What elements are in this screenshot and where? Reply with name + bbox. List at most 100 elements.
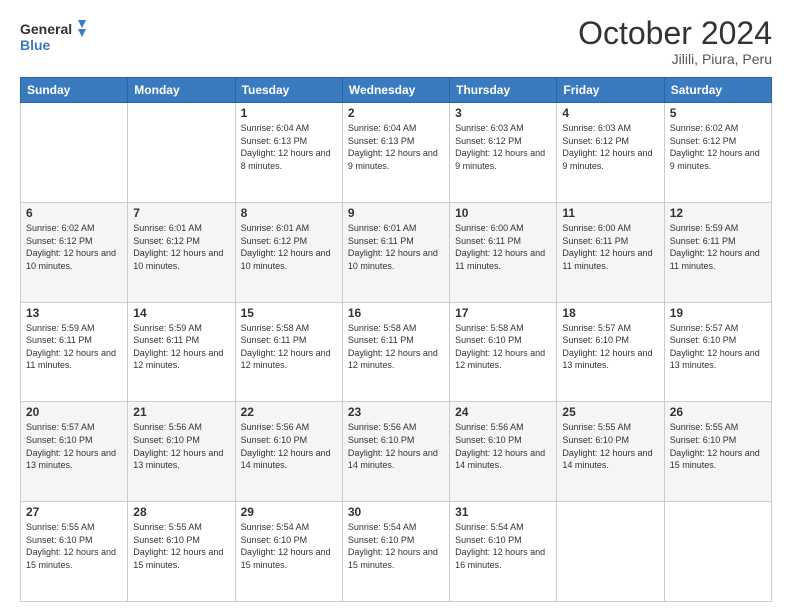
location-subtitle: Jilili, Piura, Peru xyxy=(578,51,772,67)
day-info: Sunrise: 6:03 AM Sunset: 6:12 PM Dayligh… xyxy=(562,122,658,172)
calendar-cell: 28 Sunrise: 5:55 AM Sunset: 6:10 PM Dayli… xyxy=(128,502,235,602)
day-info: Sunrise: 5:57 AM Sunset: 6:10 PM Dayligh… xyxy=(670,322,766,372)
day-info: Sunrise: 5:59 AM Sunset: 6:11 PM Dayligh… xyxy=(26,322,122,372)
day-info: Sunrise: 5:54 AM Sunset: 6:10 PM Dayligh… xyxy=(348,521,444,571)
svg-text:Blue: Blue xyxy=(20,37,51,53)
day-info: Sunrise: 5:55 AM Sunset: 6:10 PM Dayligh… xyxy=(133,521,229,571)
logo: General Blue xyxy=(20,16,90,56)
day-number: 18 xyxy=(562,306,658,320)
day-number: 29 xyxy=(241,505,337,519)
month-title: October 2024 xyxy=(578,16,772,51)
logo-svg: General Blue xyxy=(20,16,90,56)
calendar-cell xyxy=(21,103,128,203)
calendar-cell: 7Sunrise: 6:01 AM Sunset: 6:12 PM Daylig… xyxy=(128,202,235,302)
day-number: 22 xyxy=(241,405,337,419)
calendar-cell: 22 Sunrise: 5:56 AM Sunset: 6:10 PM Dayli… xyxy=(235,402,342,502)
day-info: Sunrise: 6:04 AM Sunset: 6:13 PM Dayligh… xyxy=(241,122,337,172)
calendar-body: 1 Sunrise: 6:04 AM Sunset: 6:13 PM Daylig… xyxy=(21,103,772,602)
day-info: Sunrise: 5:55 AM Sunset: 6:10 PM Dayligh… xyxy=(26,521,122,571)
calendar-cell: 8 Sunrise: 6:01 AM Sunset: 6:12 PM Daylig… xyxy=(235,202,342,302)
day-number: 31 xyxy=(455,505,551,519)
day-info: Sunrise: 6:01 AM Sunset: 6:11 PM Dayligh… xyxy=(348,222,444,272)
day-info: Sunrise: 5:55 AM Sunset: 6:10 PM Dayligh… xyxy=(562,421,658,471)
day-number: 6 xyxy=(26,206,122,220)
weekday-header-thursday: Thursday xyxy=(450,78,557,103)
day-info: Sunrise: 5:54 AM Sunset: 6:10 PM Dayligh… xyxy=(455,521,551,571)
day-number: 3 xyxy=(455,106,551,120)
day-number: 21 xyxy=(133,405,229,419)
day-number: 2 xyxy=(348,106,444,120)
day-number: 1 xyxy=(241,106,337,120)
week-row-1: 1 Sunrise: 6:04 AM Sunset: 6:13 PM Daylig… xyxy=(21,103,772,203)
calendar-cell: 15 Sunrise: 5:58 AM Sunset: 6:11 PM Dayli… xyxy=(235,302,342,402)
day-number: 30 xyxy=(348,505,444,519)
svg-text:General: General xyxy=(20,21,72,37)
day-number: 28 xyxy=(133,505,229,519)
calendar-cell: 21 Sunrise: 5:56 AM Sunset: 6:10 PM Dayli… xyxy=(128,402,235,502)
calendar-cell: 26 Sunrise: 5:55 AM Sunset: 6:10 PM Dayli… xyxy=(664,402,771,502)
day-number: 11 xyxy=(562,206,658,220)
day-number: 10 xyxy=(455,206,551,220)
calendar-cell: 5 Sunrise: 6:02 AM Sunset: 6:12 PM Daylig… xyxy=(664,103,771,203)
calendar-cell: 19 Sunrise: 5:57 AM Sunset: 6:10 PM Dayli… xyxy=(664,302,771,402)
day-number: 26 xyxy=(670,405,766,419)
day-number: 5 xyxy=(670,106,766,120)
calendar-cell: 2 Sunrise: 6:04 AM Sunset: 6:13 PM Daylig… xyxy=(342,103,449,203)
calendar-cell: 14Sunrise: 5:59 AM Sunset: 6:11 PM Dayli… xyxy=(128,302,235,402)
calendar-cell xyxy=(557,502,664,602)
day-number: 25 xyxy=(562,405,658,419)
calendar-table: SundayMondayTuesdayWednesdayThursdayFrid… xyxy=(20,77,772,602)
week-row-2: 6 Sunrise: 6:02 AM Sunset: 6:12 PM Daylig… xyxy=(21,202,772,302)
calendar-cell: 17Sunrise: 5:58 AM Sunset: 6:10 PM Dayli… xyxy=(450,302,557,402)
calendar-cell: 16Sunrise: 5:58 AM Sunset: 6:11 PM Dayli… xyxy=(342,302,449,402)
day-info: Sunrise: 6:00 AM Sunset: 6:11 PM Dayligh… xyxy=(562,222,658,272)
day-number: 7 xyxy=(133,206,229,220)
day-number: 4 xyxy=(562,106,658,120)
day-info: Sunrise: 5:56 AM Sunset: 6:10 PM Dayligh… xyxy=(241,421,337,471)
day-number: 12 xyxy=(670,206,766,220)
weekday-header-friday: Friday xyxy=(557,78,664,103)
week-row-4: 20 Sunrise: 5:57 AM Sunset: 6:10 PM Dayli… xyxy=(21,402,772,502)
week-row-5: 27Sunrise: 5:55 AM Sunset: 6:10 PM Dayli… xyxy=(21,502,772,602)
weekday-header-row: SundayMondayTuesdayWednesdayThursdayFrid… xyxy=(21,78,772,103)
calendar-cell: 25 Sunrise: 5:55 AM Sunset: 6:10 PM Dayli… xyxy=(557,402,664,502)
day-info: Sunrise: 5:58 AM Sunset: 6:10 PM Dayligh… xyxy=(455,322,551,372)
day-number: 16 xyxy=(348,306,444,320)
calendar-cell: 13 Sunrise: 5:59 AM Sunset: 6:11 PM Dayli… xyxy=(21,302,128,402)
day-info: Sunrise: 5:58 AM Sunset: 6:11 PM Dayligh… xyxy=(241,322,337,372)
calendar-cell: 31 Sunrise: 5:54 AM Sunset: 6:10 PM Dayli… xyxy=(450,502,557,602)
day-info: Sunrise: 5:56 AM Sunset: 6:10 PM Dayligh… xyxy=(133,421,229,471)
header: General Blue October 2024 Jilili, Piura,… xyxy=(20,16,772,67)
calendar-cell: 3Sunrise: 6:03 AM Sunset: 6:12 PM Daylig… xyxy=(450,103,557,203)
calendar-cell: 9 Sunrise: 6:01 AM Sunset: 6:11 PM Daylig… xyxy=(342,202,449,302)
calendar-cell: 6 Sunrise: 6:02 AM Sunset: 6:12 PM Daylig… xyxy=(21,202,128,302)
day-number: 24 xyxy=(455,405,551,419)
day-info: Sunrise: 6:02 AM Sunset: 6:12 PM Dayligh… xyxy=(670,122,766,172)
day-number: 13 xyxy=(26,306,122,320)
calendar-header: SundayMondayTuesdayWednesdayThursdayFrid… xyxy=(21,78,772,103)
page: General Blue October 2024 Jilili, Piura,… xyxy=(0,0,792,612)
calendar-cell: 29 Sunrise: 5:54 AM Sunset: 6:10 PM Dayli… xyxy=(235,502,342,602)
day-info: Sunrise: 6:04 AM Sunset: 6:13 PM Dayligh… xyxy=(348,122,444,172)
day-number: 15 xyxy=(241,306,337,320)
weekday-header-tuesday: Tuesday xyxy=(235,78,342,103)
day-info: Sunrise: 5:56 AM Sunset: 6:10 PM Dayligh… xyxy=(455,421,551,471)
calendar-cell: 10 Sunrise: 6:00 AM Sunset: 6:11 PM Dayli… xyxy=(450,202,557,302)
day-number: 9 xyxy=(348,206,444,220)
calendar-cell: 1 Sunrise: 6:04 AM Sunset: 6:13 PM Daylig… xyxy=(235,103,342,203)
day-number: 14 xyxy=(133,306,229,320)
day-info: Sunrise: 5:54 AM Sunset: 6:10 PM Dayligh… xyxy=(241,521,337,571)
day-number: 20 xyxy=(26,405,122,419)
week-row-3: 13 Sunrise: 5:59 AM Sunset: 6:11 PM Dayli… xyxy=(21,302,772,402)
day-info: Sunrise: 6:02 AM Sunset: 6:12 PM Dayligh… xyxy=(26,222,122,272)
weekday-header-sunday: Sunday xyxy=(21,78,128,103)
day-info: Sunrise: 5:55 AM Sunset: 6:10 PM Dayligh… xyxy=(670,421,766,471)
day-info: Sunrise: 5:56 AM Sunset: 6:10 PM Dayligh… xyxy=(348,421,444,471)
day-info: Sunrise: 5:57 AM Sunset: 6:10 PM Dayligh… xyxy=(26,421,122,471)
calendar-cell: 30 Sunrise: 5:54 AM Sunset: 6:10 PM Dayli… xyxy=(342,502,449,602)
day-number: 23 xyxy=(348,405,444,419)
day-number: 19 xyxy=(670,306,766,320)
day-info: Sunrise: 6:00 AM Sunset: 6:11 PM Dayligh… xyxy=(455,222,551,272)
day-number: 8 xyxy=(241,206,337,220)
day-info: Sunrise: 6:01 AM Sunset: 6:12 PM Dayligh… xyxy=(241,222,337,272)
